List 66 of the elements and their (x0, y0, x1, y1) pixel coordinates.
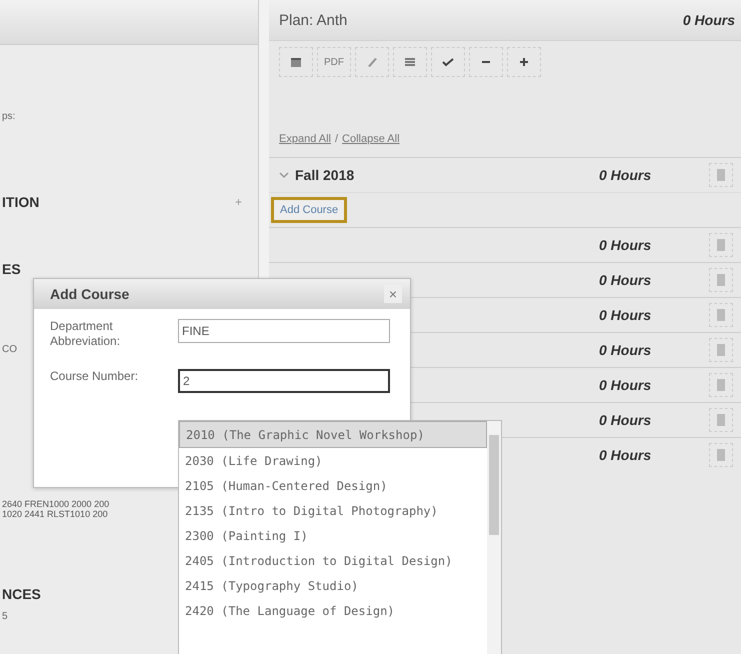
term-hours: 0 Hours (599, 447, 652, 463)
close-button[interactable]: × (384, 285, 402, 303)
suggestion-item[interactable]: 2010 (The Graphic Novel Workshop) (179, 421, 487, 448)
field-label: Department Abbreviation: (50, 319, 122, 349)
delete-button[interactable] (709, 233, 733, 257)
toolbar-button[interactable] (393, 47, 427, 77)
minus-icon (482, 61, 490, 63)
trash-icon (717, 344, 725, 356)
pencil-icon (368, 58, 376, 66)
label-text: 2640 FREN1000 2000 200 (1, 499, 110, 509)
suggestion-item[interactable]: 2300 (Painting I) (179, 523, 487, 548)
term-hours: 0 Hours (599, 272, 652, 288)
delete-button[interactable] (709, 303, 733, 327)
list-icon (405, 58, 415, 66)
scrollbar[interactable] (487, 421, 501, 654)
plan-title: Plan: Anth (279, 12, 348, 28)
delete-button[interactable] (709, 338, 733, 362)
delete-button[interactable] (709, 163, 733, 187)
suggestion-item[interactable]: 2405 (Introduction to Digital Design) (179, 548, 487, 573)
term-hours: 0 Hours (599, 412, 652, 428)
term-row[interactable]: 0 Hours (269, 227, 741, 262)
trash-icon (717, 414, 725, 426)
check-icon (442, 58, 454, 66)
delete-button[interactable] (709, 443, 733, 467)
trash-icon (717, 309, 725, 321)
input-field[interactable]: 2 (178, 369, 390, 393)
trash-icon (717, 169, 725, 181)
plan-hours: 0 Hours (682, 12, 735, 28)
input-field[interactable]: FINE (178, 319, 390, 343)
collapse-all-link[interactable]: Collapse All (342, 133, 400, 145)
trash-icon (717, 449, 725, 461)
trash-icon (717, 274, 725, 286)
toolbar-button[interactable] (507, 47, 541, 77)
delete-button[interactable] (709, 408, 733, 432)
label-text: ps: (1, 111, 16, 122)
suggestion-item[interactable]: 2415 (Typography Studio) (179, 573, 487, 598)
section-heading: NCES (1, 586, 41, 602)
section-heading: ES (1, 261, 21, 277)
section-heading: ITION (1, 194, 40, 210)
delete-button[interactable] (709, 268, 733, 292)
term-hours: 0 Hours (599, 342, 652, 358)
label-text: 1020 2441 RLST1010 200 (1, 509, 108, 519)
term-hours: 0 Hours (599, 307, 652, 323)
term-hours: 0 Hours (599, 377, 652, 393)
term-name: Fall 2018 (295, 167, 354, 183)
pdf-button[interactable]: PDF (317, 47, 351, 77)
suggestion-item[interactable]: 2420 (The Language of Design) (179, 598, 487, 623)
suggestion-item[interactable]: 2105 (Human-Centered Design) (179, 473, 487, 498)
toolbar-button[interactable] (431, 47, 465, 77)
suggestion-item[interactable]: 2135 (Intro to Digital Photography) (179, 498, 487, 523)
chevron-icon[interactable] (279, 170, 289, 180)
label-text: CO (1, 344, 17, 355)
label-text: 5 (1, 611, 8, 622)
term-hours: 0 Hours (599, 237, 652, 253)
delete-button[interactable] (709, 373, 733, 397)
plus-icon (520, 58, 528, 66)
trash-icon (717, 239, 725, 251)
trash-icon (717, 379, 725, 391)
term-row[interactable]: Fall 2018 0 Hours (269, 157, 741, 192)
separator-text: / (334, 133, 338, 145)
expand-all-link[interactable]: Expand All (279, 133, 331, 145)
dialog-title: Add Course (50, 286, 130, 302)
field-label: Course Number: (50, 369, 140, 384)
term-hours: 0 Hours (599, 167, 652, 183)
add-course-link[interactable]: Add Course (271, 197, 348, 223)
calendar-icon (291, 58, 301, 66)
